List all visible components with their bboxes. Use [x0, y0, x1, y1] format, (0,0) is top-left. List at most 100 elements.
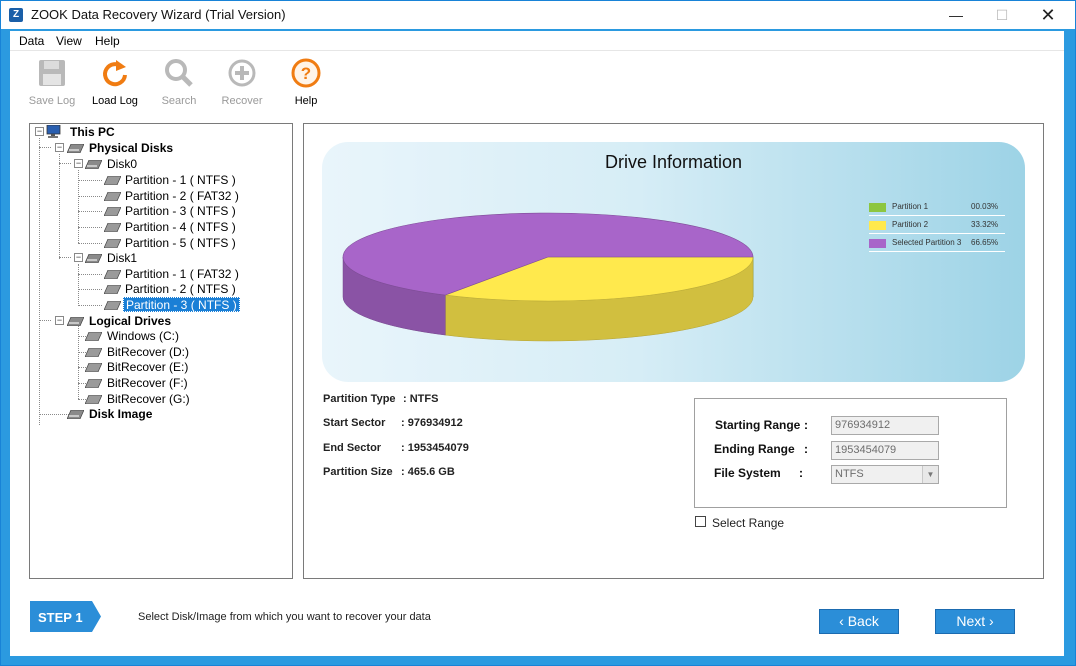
- legend-value: 66.65%: [971, 238, 999, 247]
- tree-node-drive[interactable]: Windows (C:): [107, 329, 179, 344]
- legend-swatch: [869, 239, 886, 248]
- tree-node-drive[interactable]: BitRecover (F:): [107, 376, 188, 391]
- file-system-value: NTFS: [835, 468, 864, 480]
- tree-connector: [78, 196, 102, 197]
- tree-node-drive[interactable]: BitRecover (D:): [107, 345, 189, 360]
- menu-view[interactable]: View: [56, 34, 82, 48]
- legend-label: Selected Partition 3: [892, 238, 962, 247]
- help-button[interactable]: ? Help: [276, 58, 336, 107]
- starting-range-label: Starting Range: [715, 418, 801, 432]
- tree-connector: [78, 305, 102, 306]
- partition-icon: [104, 223, 121, 232]
- search-button[interactable]: Search: [149, 58, 209, 107]
- recover-button[interactable]: Recover: [212, 58, 272, 107]
- partition-type-label: Partition Type: [323, 393, 396, 405]
- select-range-label[interactable]: Select Range: [712, 516, 784, 530]
- file-system-select[interactable]: NTFS ▼: [831, 465, 939, 484]
- refresh-icon: [103, 60, 127, 87]
- collapse-toggle[interactable]: −: [35, 127, 44, 136]
- window-title: ZOOK Data Recovery Wizard (Trial Version…: [31, 7, 286, 22]
- tree-node-partition[interactable]: Partition - 1 ( NTFS ): [125, 173, 236, 188]
- tree-node-partition[interactable]: Partition - 2 ( FAT32 ): [125, 189, 239, 204]
- menu-help[interactable]: Help: [95, 34, 120, 48]
- tree-connector: [78, 289, 102, 290]
- drive-chart: Drive Information Partition 1 00.03% Par…: [322, 142, 1025, 382]
- tree-connector: [78, 264, 79, 306]
- hard-drive-icon: [67, 144, 84, 153]
- partition-size-value: : 465.6 GB: [401, 466, 455, 478]
- tree-node-partition[interactable]: Partition - 5 ( NTFS ): [125, 236, 236, 251]
- disk-image-icon: [67, 410, 84, 419]
- partition-type-value: : NTFS: [403, 393, 439, 405]
- collapse-toggle[interactable]: −: [55, 143, 64, 152]
- ending-range-colon: :: [804, 442, 808, 456]
- partition-icon: [104, 239, 121, 248]
- tree-connector: [78, 211, 102, 212]
- legend-item: Partition 1 00.03%: [869, 198, 1005, 216]
- back-button[interactable]: ‹ Back: [819, 609, 899, 634]
- tree-node-logical-drives[interactable]: Logical Drives: [89, 314, 171, 329]
- legend-label: Partition 1: [892, 202, 929, 211]
- menu-bar: Data View Help: [10, 32, 1064, 51]
- tree-connector: [39, 147, 51, 148]
- minimize-button[interactable]: —: [933, 1, 979, 29]
- tree-node-this-pc[interactable]: This PC: [70, 125, 115, 140]
- drive-icon: [85, 395, 102, 404]
- menu-data[interactable]: Data: [19, 34, 44, 48]
- tree-node-partition[interactable]: Partition - 3 ( NTFS ): [125, 204, 236, 219]
- drive-icon: [85, 332, 102, 341]
- starting-range-colon: :: [804, 418, 808, 432]
- end-sector-label: End Sector: [323, 442, 382, 454]
- next-button[interactable]: Next ›: [935, 609, 1015, 634]
- magnifier-icon: [165, 59, 193, 87]
- tree-connector: [78, 274, 102, 275]
- step-instruction: Select Disk/Image from which you want to…: [138, 611, 431, 623]
- chevron-down-icon[interactable]: ▼: [922, 466, 938, 483]
- title-bar[interactable]: Z ZOOK Data Recovery Wizard (Trial Versi…: [1, 1, 1075, 29]
- legend-label: Partition 2: [892, 220, 929, 229]
- hard-drive-icon: [67, 317, 84, 326]
- maximize-button[interactable]: ☐: [979, 1, 1025, 29]
- tree-connector: [39, 138, 40, 425]
- tree-connector: [78, 180, 102, 181]
- tree-node-partition[interactable]: Partition - 4 ( NTFS ): [125, 220, 236, 235]
- select-range-checkbox[interactable]: [695, 516, 706, 527]
- load-log-button[interactable]: Load Log: [85, 58, 145, 107]
- tree-node-physical-disks[interactable]: Physical Disks: [89, 141, 173, 156]
- file-system-label: File System: [714, 466, 781, 480]
- drive-icon: [85, 379, 102, 388]
- tree-node-disk0[interactable]: Disk0: [107, 157, 137, 172]
- save-log-button[interactable]: Save Log: [22, 58, 82, 107]
- partition-icon: [104, 176, 121, 185]
- load-log-label: Load Log: [92, 95, 138, 107]
- collapse-toggle[interactable]: −: [74, 253, 83, 262]
- ending-range-input[interactable]: 1953454079: [831, 441, 939, 460]
- tree-node-drive[interactable]: BitRecover (G:): [107, 392, 190, 407]
- start-sector-value: : 976934912: [401, 417, 463, 429]
- collapse-toggle[interactable]: −: [74, 159, 83, 168]
- drive-icon: [85, 348, 102, 357]
- help-label: Help: [294, 95, 318, 107]
- tree-node-partition[interactable]: Partition - 1 ( FAT32 ): [125, 267, 239, 282]
- disk-tree[interactable]: − This PC − Physical Disks − Disk0 Parti…: [29, 123, 293, 579]
- collapse-toggle[interactable]: −: [55, 316, 64, 325]
- tree-connector: [39, 414, 69, 415]
- partition-icon: [104, 270, 121, 279]
- search-label: Search: [161, 95, 197, 107]
- partition-icon: [104, 301, 121, 310]
- floppy-disk-icon: [39, 60, 65, 86]
- plus-circle-icon: [228, 59, 256, 87]
- legend-item: Partition 2 33.32%: [869, 216, 1005, 234]
- close-button[interactable]: ✕: [1025, 1, 1071, 29]
- tree-node-drive[interactable]: BitRecover (E:): [107, 360, 188, 375]
- tree-node-partition-selected[interactable]: Partition - 3 ( NTFS ): [123, 297, 240, 312]
- end-sector-value: : 1953454079: [401, 442, 469, 454]
- tree-connector: [59, 257, 71, 258]
- hard-drive-icon: [85, 160, 102, 169]
- tree-node-disk-image[interactable]: Disk Image: [89, 407, 152, 422]
- partition-icon: [104, 285, 121, 294]
- tree-node-disk1[interactable]: Disk1: [107, 251, 137, 266]
- starting-range-input[interactable]: 976934912: [831, 416, 939, 435]
- tree-node-partition[interactable]: Partition - 2 ( NTFS ): [125, 282, 236, 297]
- step-label: STEP 1: [38, 610, 83, 625]
